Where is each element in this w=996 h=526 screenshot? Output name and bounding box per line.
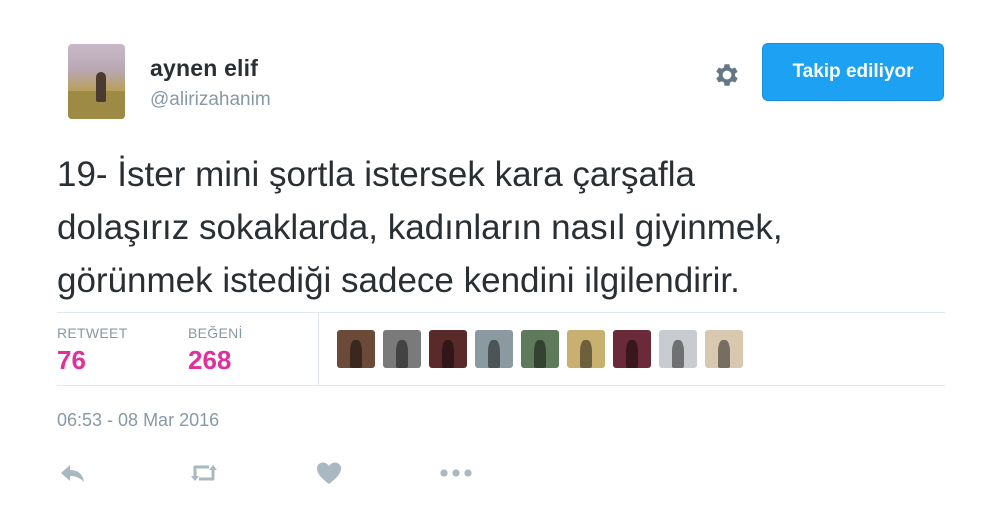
gear-icon[interactable] [712,60,742,90]
liker-avatar-1[interactable] [337,330,375,368]
like-button[interactable] [311,458,347,488]
liker-avatar-5[interactable] [521,330,559,368]
like-count[interactable]: 268 [188,345,231,376]
liker-avatar-2[interactable] [383,330,421,368]
liker-avatar-3[interactable] [429,330,467,368]
tweet-text: 19- İster mini şortla istersek kara çarş… [57,148,937,307]
liker-avatar-9[interactable] [705,330,743,368]
more-icon [440,469,472,477]
avatar-figure [96,72,106,102]
liker-avatar-6[interactable] [567,330,605,368]
user-handle[interactable]: @alirizahanim [150,89,271,111]
liker-avatar-4[interactable] [475,330,513,368]
stats-top-divider [57,312,945,313]
tweet-line-2: dolaşırız sokaklarda, kadınların nasıl g… [57,208,783,247]
retweet-label: RETWEET [57,325,128,341]
heart-icon [317,462,341,484]
liker-avatar-8[interactable] [659,330,697,368]
profile-avatar[interactable] [68,44,125,119]
tweet-timestamp[interactable]: 06:53 - 08 Mar 2016 [57,410,219,431]
tweet-line-1: 19- İster mini şortla istersek kara çarş… [57,155,695,194]
like-label: BEĞENİ [188,325,243,341]
user-display-name[interactable]: aynen elif [150,55,258,82]
tweet-line-3: görünmek istediği sadece kendini ilgilen… [57,261,740,300]
stats-vertical-divider [318,313,319,385]
stats-bottom-divider [57,385,945,386]
liker-avatar-7[interactable] [613,330,651,368]
reply-icon [61,465,84,482]
retweet-button[interactable] [186,458,222,488]
retweet-count[interactable]: 76 [57,345,86,376]
following-button[interactable]: Takip ediliyor [762,43,944,101]
retweet-icon [191,465,217,481]
reply-button[interactable] [55,458,91,488]
more-button[interactable] [438,458,474,488]
